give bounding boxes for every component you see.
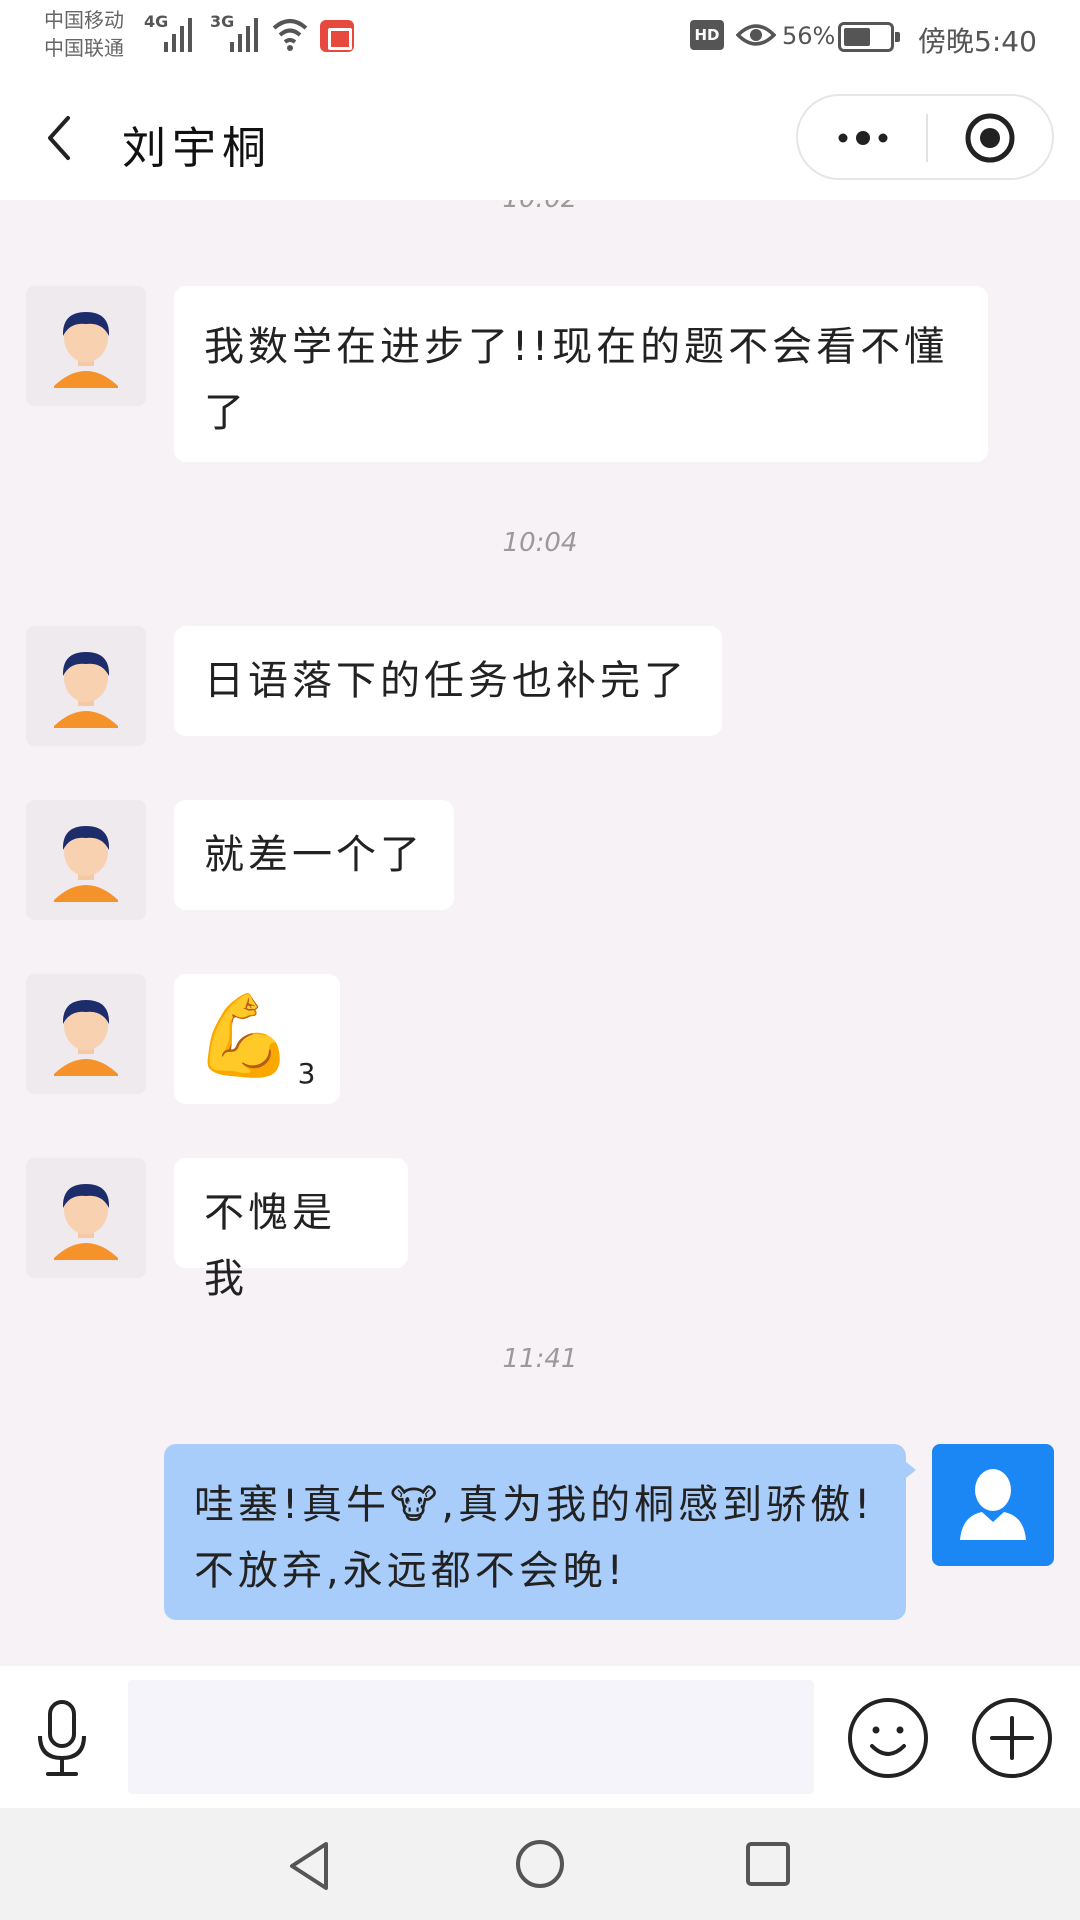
voice-button[interactable] — [32, 1696, 92, 1780]
carrier-2: 中国联通 — [44, 36, 124, 60]
self-avatar[interactable] — [932, 1444, 1054, 1566]
timestamp: 11:41 — [502, 1344, 578, 1374]
battery-icon — [838, 22, 900, 52]
emoji-message-bubble[interactable]: 💪3 — [174, 974, 340, 1104]
boy-avatar-icon — [54, 1184, 118, 1260]
signal-icon-2 — [230, 16, 258, 52]
page-title: 刘宇桐 — [122, 123, 272, 174]
contact-avatar[interactable] — [26, 800, 146, 920]
chat-header: 刘宇桐 — [0, 80, 1080, 200]
carrier-labels: 中国移动 中国联通 — [44, 6, 124, 62]
self-message-text-1: 哇塞!真牛 — [194, 1482, 391, 1528]
flexed-biceps-emoji: 💪 — [194, 989, 298, 1082]
add-attachment-button[interactable] — [970, 1696, 1054, 1780]
more-button[interactable] — [828, 116, 898, 160]
cow-face-emoji: 🐮 — [390, 1482, 442, 1528]
mini-program-capsule — [796, 94, 1054, 180]
nav-recent-apps-button[interactable] — [744, 1840, 792, 1888]
boy-avatar-icon — [54, 652, 118, 728]
message-input[interactable] — [128, 1680, 814, 1794]
message-bubble[interactable]: 不愧是我 — [174, 1158, 408, 1302]
boy-avatar-icon — [54, 826, 118, 902]
timestamp: 10:04 — [502, 528, 578, 558]
chat-area[interactable]: 10:02 我数学在进步了!!现在的题不会看不懂了 10:04 日语落下的任务也… — [0, 200, 1080, 1666]
emoji-count: 3 — [297, 1057, 316, 1090]
boy-avatar-icon — [54, 1000, 118, 1076]
nav-home-button[interactable] — [514, 1838, 566, 1890]
back-button[interactable] — [34, 108, 84, 168]
eye-icon — [736, 24, 776, 46]
hd-badge: HD — [690, 20, 724, 50]
message-bubble[interactable]: 我数学在进步了!!现在的题不会看不懂了 — [174, 286, 988, 462]
user-silhouette-icon — [960, 1469, 1026, 1540]
carrier-1: 中国移动 — [44, 8, 124, 32]
emoji-button[interactable] — [846, 1696, 930, 1780]
status-time: 傍晚5:40 — [918, 25, 1037, 58]
signal-icon — [164, 16, 192, 52]
contact-avatar[interactable] — [26, 1158, 146, 1278]
boy-avatar-icon — [54, 312, 118, 388]
contact-avatar[interactable] — [26, 286, 146, 406]
close-target-button[interactable] — [962, 110, 1018, 166]
wifi-icon — [272, 19, 308, 51]
contact-avatar[interactable] — [26, 974, 146, 1094]
message-bubble[interactable]: 日语落下的任务也补完了 — [174, 626, 722, 736]
nav-back-button[interactable] — [284, 1838, 334, 1894]
app-notification-icon — [320, 20, 354, 52]
contact-avatar[interactable] — [26, 626, 146, 746]
capsule-divider — [926, 114, 928, 162]
status-bar: 中国移动 中国联通 4G 3G HD 56% 傍晚5:40 — [0, 0, 1080, 80]
message-bubble[interactable]: 就差一个了 — [174, 800, 454, 910]
input-bar — [0, 1666, 1080, 1808]
battery-percent: 56% — [782, 22, 836, 50]
timestamp: 10:02 — [0, 200, 1080, 214]
bubble-tail — [906, 1462, 916, 1478]
self-message-bubble[interactable]: 哇塞!真牛🐮,真为我的桐感到骄傲!不放弃,永远都不会晚! — [164, 1444, 906, 1620]
system-nav-bar — [0, 1808, 1080, 1920]
